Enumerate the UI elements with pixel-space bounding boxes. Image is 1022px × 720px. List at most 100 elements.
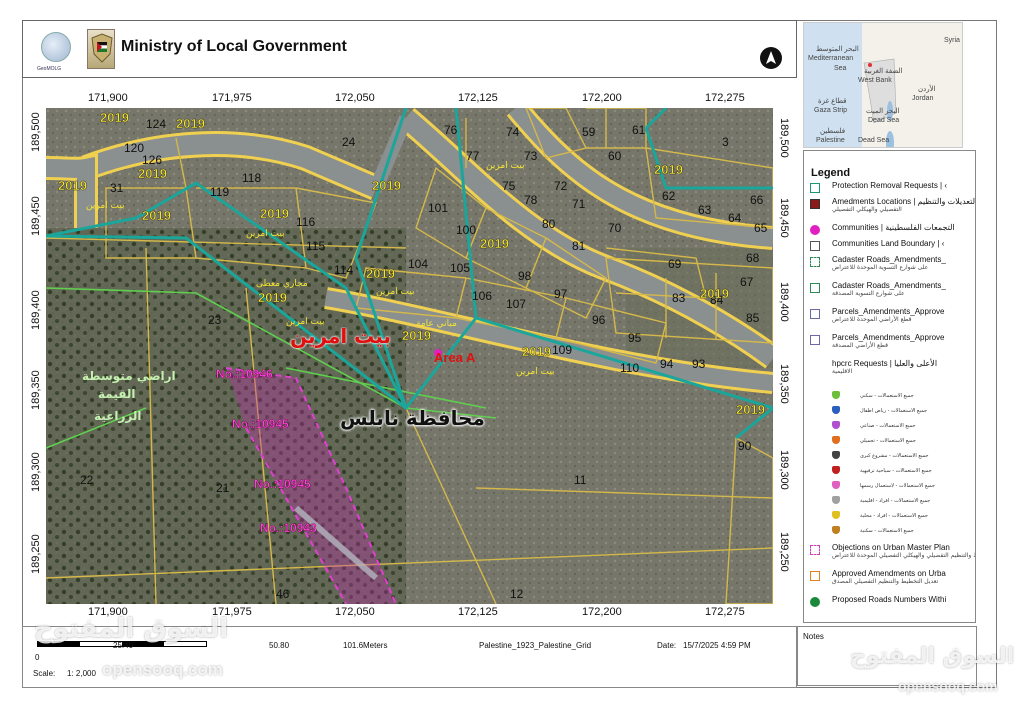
legend-item-label: Approved Amendments on Urba	[832, 569, 946, 578]
x-tick-label: 172,125	[458, 92, 498, 104]
parcel-number: 46	[276, 587, 290, 601]
legend-item: Parcels_Amendments_Approve قطع الأراضي ال…	[810, 307, 973, 323]
y-tick-label: 189,500	[30, 112, 42, 152]
parcel-number: 94	[660, 357, 674, 371]
inset-label: West Bank	[858, 77, 892, 84]
inset-label: Syria	[944, 37, 960, 44]
opensooq-watermark-en: opensooq.com	[898, 678, 998, 694]
x-tick-label: 172,125	[458, 606, 498, 618]
legend-dot-icon	[810, 597, 820, 607]
year-label: 2019	[700, 286, 729, 301]
map-pin-icon	[832, 421, 840, 429]
opensooq-watermark-ar: السوق المفتوح	[850, 644, 1015, 669]
inset-label: الأردن	[918, 86, 936, 93]
area-a-label: Area A	[434, 350, 476, 365]
request-number: No.:10943	[260, 521, 317, 535]
legend-subitem: جميع الاستعمالات - رياض اطفال	[824, 404, 964, 418]
legend-item: Cadaster Roads_Amendments_ على شوارع التس…	[810, 281, 973, 297]
date-value: 15/7/2025 4:59 PM	[683, 641, 751, 650]
notes-label: Notes	[803, 632, 824, 641]
parcel-number: 12	[510, 587, 524, 601]
map-pin-icon	[832, 451, 840, 459]
legend-subitem-label: جميع الاستعمالات - سياحية ترفيهية	[860, 468, 932, 474]
parcel-number: 101	[428, 201, 448, 215]
scale-number: 101.6Meters	[343, 641, 388, 650]
map-pin-icon	[832, 436, 840, 444]
date-label: Date:	[657, 641, 677, 650]
y-tick-label: 189,250	[778, 532, 790, 572]
inset-label: البحر الميت	[866, 108, 900, 115]
x-tick-label: 171,975	[212, 92, 252, 104]
north-arrow-icon	[760, 47, 782, 69]
legend-subitem-label: جميع الاستعمالات - افراد - محلية	[860, 513, 928, 519]
x-tick-label: 172,050	[335, 606, 375, 618]
parcel-number: 66	[750, 193, 764, 207]
parcel-number: 98	[518, 269, 532, 283]
legend-item: Communities | التجمعات الفلسطينية	[810, 223, 973, 239]
legend-item-sublabel: قطع الأراضي الموحدة للاعتراض	[832, 316, 912, 323]
y-tick-label: 189,350	[30, 370, 42, 410]
map-canvas[interactable]: 76 74 77 73 75 59 3 124 120 119 118 126 …	[46, 108, 773, 604]
legend-item-label: Cadaster Roads_Amendments_	[832, 255, 946, 264]
legend-item-sublabel: على شوارع التسوية الموحدة للاعتراض	[832, 264, 929, 271]
road-label: بيت امرين	[246, 229, 285, 239]
legend-item-label: Amedments Locations | التعديلات والتنظيم	[832, 197, 976, 206]
parcel-number: 23	[208, 313, 222, 327]
legend-subitem: جميع الاستعمالات - تجميلي	[824, 434, 964, 448]
legend-item-sublabel: تخطيط والتنظيم التفصيلي والهيكلي التفصيل…	[832, 552, 976, 559]
parcel-number: 72	[554, 179, 568, 193]
parcel-number: 97	[554, 287, 568, 301]
page-title: Ministry of Local Government	[121, 38, 347, 55]
inset-locator-map: Syria البحر المتوسط Mediterranean Sea ال…	[803, 22, 963, 148]
parcel-number: 74	[506, 125, 520, 139]
parcel-number: 124	[146, 117, 166, 131]
town-label: بيت امرين	[290, 324, 391, 348]
legend-subitem-label: جميع الاستعمالات - سكني	[860, 393, 914, 399]
parcel-number: 11	[574, 473, 587, 487]
year-label: 2019	[100, 110, 129, 125]
legend-item: Cadaster Roads_Amendments_ على شوارع التس…	[810, 255, 973, 271]
legend-item: Objections on Urban Master Plan تخطيط وال…	[810, 543, 976, 559]
legend-dot-icon	[810, 225, 820, 235]
legend-subitem: جميع الاستعمالات - لاستعمال رسمها	[824, 479, 964, 493]
parcel-number: 118	[242, 171, 261, 185]
y-tick-label: 189,350	[778, 364, 790, 404]
parcel-number: 116	[296, 215, 315, 229]
request-number: No.:10945	[254, 477, 311, 491]
request-number: No.:10946	[216, 367, 273, 381]
legend-subitem: جميع الاستعمالات - سكني	[824, 389, 964, 403]
legend-item-label: Proposed Roads Numbers Withi	[832, 595, 947, 604]
y-tick-label: 189,450	[30, 196, 42, 236]
parcel-number: 70	[608, 221, 622, 235]
parcel-number: 60	[608, 149, 622, 163]
parcel-number: 61	[632, 123, 646, 137]
parcel-number: 67	[740, 275, 754, 289]
map-header: GeoMOLG Ministry of Local Government	[22, 20, 797, 78]
y-tick-label: 189,450	[778, 198, 790, 238]
scale-number: 0	[35, 653, 40, 662]
inset-label: قطاع غزة	[818, 98, 847, 105]
road-label: مجاري معطى	[256, 279, 308, 289]
parcel-number: 95	[628, 331, 642, 345]
parcel-number: 109	[552, 343, 572, 357]
agri-land-label: اراضي متوسطة	[82, 369, 176, 384]
road-label: بيت امرين	[86, 201, 125, 211]
inset-label: Gaza Strip	[814, 107, 848, 114]
legend-item: Proposed Roads Numbers Withi	[810, 595, 973, 611]
parcel-number: 104	[408, 257, 428, 271]
request-number: No.:10945	[232, 417, 289, 431]
parcel-number: 110	[620, 361, 639, 375]
legend-fill-icon	[810, 199, 820, 209]
governorate-label: محافظة نابلس	[340, 406, 485, 430]
legend-item-label: Protection Removal Requests | ‹	[832, 181, 948, 190]
x-tick-label: 172,275	[705, 606, 745, 618]
map-svg: 76 74 77 73 75 59 3 124 120 119 118 126 …	[46, 108, 773, 604]
scale-value: 1: 2,000	[67, 669, 96, 678]
legend-item-sublabel: الاقليمية	[832, 368, 853, 375]
year-label: 2019	[176, 116, 205, 131]
opensooq-watermark-en: opensooq.com	[102, 660, 223, 679]
parcel-number: 100	[456, 223, 476, 237]
inset-label: Sea	[834, 65, 847, 72]
legend-item-label: hpcrc Requests | الأعلى والعليا	[832, 359, 938, 368]
parcel-number: 90	[738, 439, 752, 453]
